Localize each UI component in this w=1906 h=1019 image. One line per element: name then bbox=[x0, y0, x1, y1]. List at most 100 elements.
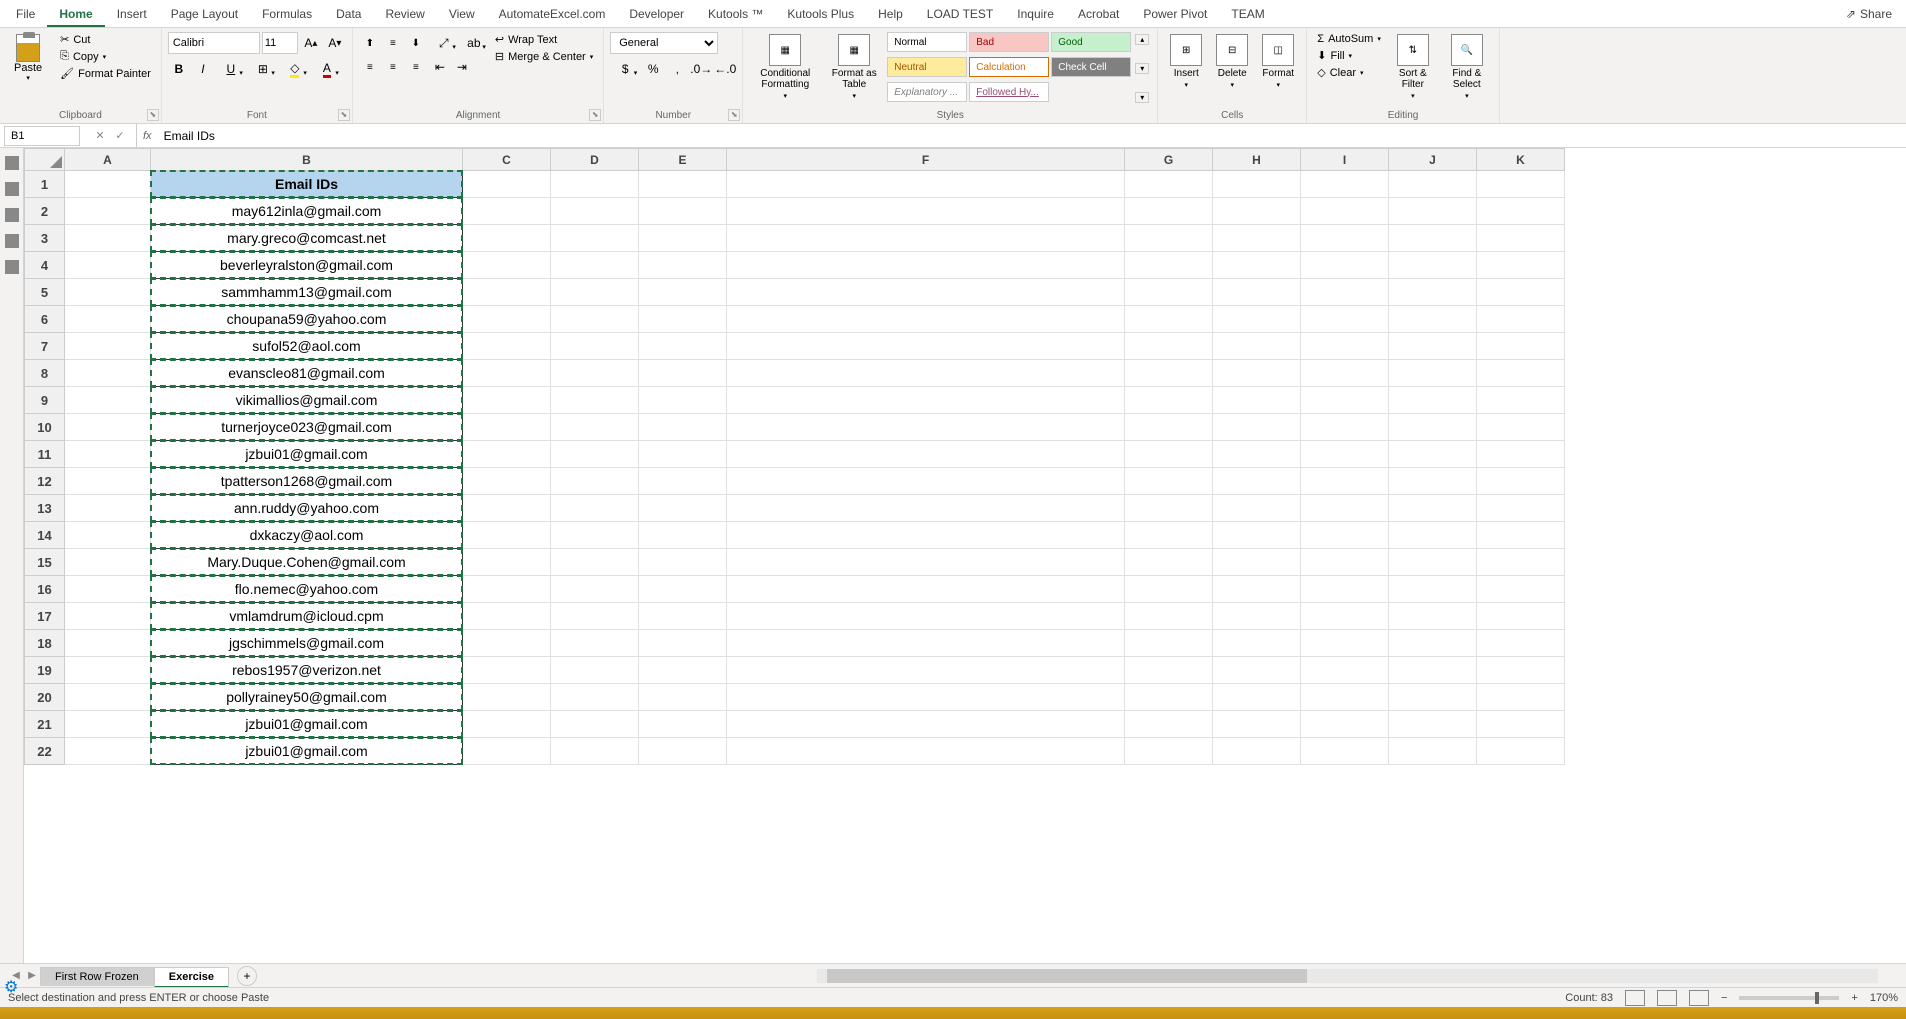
cell-E2[interactable] bbox=[639, 198, 727, 225]
side-icon[interactable] bbox=[5, 156, 19, 170]
cell-B12[interactable]: tpatterson1268@gmail.com bbox=[151, 468, 463, 495]
cell-C13[interactable] bbox=[463, 495, 551, 522]
cell-C4[interactable] bbox=[463, 252, 551, 279]
cell-C19[interactable] bbox=[463, 657, 551, 684]
font-expand[interactable]: ⬊ bbox=[338, 109, 350, 121]
cut-button[interactable]: ✂Cut bbox=[56, 32, 155, 47]
fx-icon[interactable]: fx bbox=[137, 130, 158, 142]
cell-E14[interactable] bbox=[639, 522, 727, 549]
column-header-H[interactable]: H bbox=[1213, 149, 1301, 171]
cell-B5[interactable]: sammhamm13@gmail.com bbox=[151, 279, 463, 306]
cell-E21[interactable] bbox=[639, 711, 727, 738]
cell-H5[interactable] bbox=[1213, 279, 1301, 306]
cell-I14[interactable] bbox=[1301, 522, 1389, 549]
cell-H20[interactable] bbox=[1213, 684, 1301, 711]
cell-C12[interactable] bbox=[463, 468, 551, 495]
align-top-button[interactable]: ⬆ bbox=[359, 32, 381, 54]
cell-styles-gallery[interactable]: NormalBadGoodNeutralCalculationCheck Cel… bbox=[887, 32, 1131, 105]
cell-G13[interactable] bbox=[1125, 495, 1213, 522]
tab-inquire[interactable]: Inquire bbox=[1005, 3, 1066, 25]
tab-home[interactable]: Home bbox=[47, 3, 104, 27]
cell-A6[interactable] bbox=[65, 306, 151, 333]
row-header-18[interactable]: 18 bbox=[25, 630, 65, 657]
underline-button[interactable]: U bbox=[216, 58, 246, 80]
cell-C1[interactable] bbox=[463, 171, 551, 198]
cell-J6[interactable] bbox=[1389, 306, 1477, 333]
cell-I11[interactable] bbox=[1301, 441, 1389, 468]
cell-F8[interactable] bbox=[727, 360, 1125, 387]
cell-E7[interactable] bbox=[639, 333, 727, 360]
share-button[interactable]: ⇗ Share bbox=[1836, 3, 1902, 25]
cell-D9[interactable] bbox=[551, 387, 639, 414]
column-header-A[interactable]: A bbox=[65, 149, 151, 171]
cell-D18[interactable] bbox=[551, 630, 639, 657]
cell-H1[interactable] bbox=[1213, 171, 1301, 198]
cell-I17[interactable] bbox=[1301, 603, 1389, 630]
side-icon[interactable] bbox=[5, 234, 19, 248]
cell-B18[interactable]: jgschimmels@gmail.com bbox=[151, 630, 463, 657]
cell-K17[interactable] bbox=[1477, 603, 1565, 630]
row-header-8[interactable]: 8 bbox=[25, 360, 65, 387]
sort-filter-button[interactable]: ⇅Sort & Filter▾ bbox=[1387, 32, 1439, 105]
cell-C16[interactable] bbox=[463, 576, 551, 603]
cell-J5[interactable] bbox=[1389, 279, 1477, 306]
cell-B2[interactable]: may612inla@gmail.com bbox=[151, 198, 463, 225]
cell-F18[interactable] bbox=[727, 630, 1125, 657]
cell-J11[interactable] bbox=[1389, 441, 1477, 468]
row-header-7[interactable]: 7 bbox=[25, 333, 65, 360]
merge-center-button[interactable]: ⊟Merge & Center▾ bbox=[491, 49, 597, 64]
increase-indent-button[interactable]: ⇥ bbox=[451, 56, 473, 78]
cell-D13[interactable] bbox=[551, 495, 639, 522]
fill-button[interactable]: ⬇Fill▾ bbox=[1313, 48, 1385, 63]
cell-K3[interactable] bbox=[1477, 225, 1565, 252]
cell-K9[interactable] bbox=[1477, 387, 1565, 414]
tab-kutoolsplus[interactable]: Kutools Plus bbox=[775, 3, 866, 25]
cell-D21[interactable] bbox=[551, 711, 639, 738]
cell-F2[interactable] bbox=[727, 198, 1125, 225]
styles-scroll-up[interactable]: ▴ bbox=[1135, 34, 1149, 45]
cell-I13[interactable] bbox=[1301, 495, 1389, 522]
format-painter-button[interactable]: 🖌Format Painter bbox=[56, 66, 155, 81]
cell-A2[interactable] bbox=[65, 198, 151, 225]
accept-formula-icon[interactable]: ✓ bbox=[112, 129, 128, 142]
cell-C21[interactable] bbox=[463, 711, 551, 738]
indent-button[interactable]: ab bbox=[459, 32, 489, 54]
cell-K18[interactable] bbox=[1477, 630, 1565, 657]
row-header-3[interactable]: 3 bbox=[25, 225, 65, 252]
format-cells-button[interactable]: ◫Format▾ bbox=[1256, 32, 1300, 105]
cell-D8[interactable] bbox=[551, 360, 639, 387]
cell-C2[interactable] bbox=[463, 198, 551, 225]
cell-I3[interactable] bbox=[1301, 225, 1389, 252]
cell-B19[interactable]: rebos1957@verizon.net bbox=[151, 657, 463, 684]
cell-I15[interactable] bbox=[1301, 549, 1389, 576]
orientation-button[interactable]: ⤢ bbox=[429, 32, 459, 54]
row-header-15[interactable]: 15 bbox=[25, 549, 65, 576]
side-icon[interactable] bbox=[5, 260, 19, 274]
cell-I7[interactable] bbox=[1301, 333, 1389, 360]
cell-D7[interactable] bbox=[551, 333, 639, 360]
cell-A7[interactable] bbox=[65, 333, 151, 360]
cancel-formula-icon[interactable]: ✕ bbox=[92, 129, 108, 142]
cell-J20[interactable] bbox=[1389, 684, 1477, 711]
zoom-slider[interactable] bbox=[1739, 996, 1839, 1000]
comma-button[interactable]: , bbox=[666, 58, 688, 80]
cell-D6[interactable] bbox=[551, 306, 639, 333]
cell-C6[interactable] bbox=[463, 306, 551, 333]
page-layout-view-button[interactable] bbox=[1657, 990, 1677, 1006]
cell-A14[interactable] bbox=[65, 522, 151, 549]
font-name-select[interactable] bbox=[168, 32, 260, 54]
cell-B13[interactable]: ann.ruddy@yahoo.com bbox=[151, 495, 463, 522]
cell-J15[interactable] bbox=[1389, 549, 1477, 576]
cell-A16[interactable] bbox=[65, 576, 151, 603]
cell-E13[interactable] bbox=[639, 495, 727, 522]
tab-view[interactable]: View bbox=[437, 3, 487, 25]
cell-G21[interactable] bbox=[1125, 711, 1213, 738]
cell-K2[interactable] bbox=[1477, 198, 1565, 225]
cell-H7[interactable] bbox=[1213, 333, 1301, 360]
style-good[interactable]: Good bbox=[1051, 32, 1131, 52]
tab-review[interactable]: Review bbox=[373, 3, 436, 25]
align-bottom-button[interactable]: ⬇ bbox=[405, 32, 427, 54]
cell-A8[interactable] bbox=[65, 360, 151, 387]
style-neutral[interactable]: Neutral bbox=[887, 57, 967, 77]
cell-B16[interactable]: flo.nemec@yahoo.com bbox=[151, 576, 463, 603]
